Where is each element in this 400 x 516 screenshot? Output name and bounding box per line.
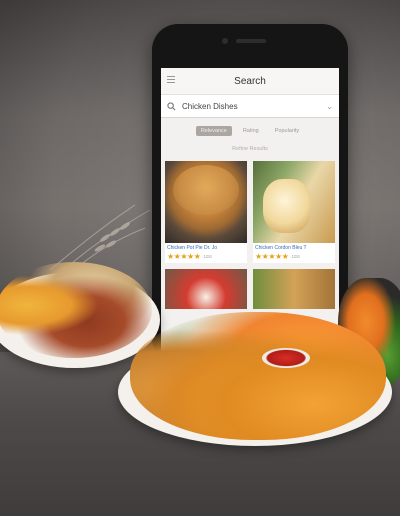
result-card[interactable]: Chicken Cordon Bleu T ★★★★★ 1234 [253,161,335,263]
chevron-down-icon[interactable]: ⌄ [326,102,333,111]
result-thumbnail[interactable] [253,269,335,309]
sauce-ramekin [262,348,310,368]
result-card[interactable] [165,269,247,309]
results-grid: Chicken Pot Pie Dr. Jo ★★★★★ 1234 Chicke… [161,161,339,309]
rating-count: 1234 [291,254,300,259]
rating-stars: ★★★★★ 1234 [167,252,212,261]
search-input[interactable]: Chicken Dishes [182,102,326,111]
front-plate-food [130,312,386,440]
result-thumbnail[interactable] [165,269,247,309]
result-card[interactable]: Chicken Pot Pie Dr. Jo ★★★★★ 1234 [165,161,247,263]
result-title[interactable]: Chicken Pot Pie Dr. Jo [165,243,247,252]
filter-tabs: Relevance Rating Popularity [161,118,339,138]
result-title[interactable]: Chicken Cordon Bleu T [253,243,335,252]
menu-icon[interactable] [167,76,175,84]
result-thumbnail[interactable] [253,161,335,243]
search-icon [167,101,176,110]
screen-title: Search [234,75,266,87]
camera-icon [222,38,228,44]
left-plate-food [0,262,152,358]
app-header: Search [161,68,339,95]
result-thumbnail[interactable] [165,161,247,243]
filter-rating-button[interactable]: Rating [238,126,264,136]
result-card[interactable] [253,269,335,309]
rating-count: 1234 [203,254,212,259]
search-bar[interactable]: Chicken Dishes ⌄ [161,95,339,118]
filter-relevance-button[interactable]: Relevance [195,126,232,136]
rating-stars: ★★★★★ 1234 [255,252,300,261]
speaker-icon [236,39,266,43]
refine-results-link[interactable]: Refine Results [161,138,339,161]
filter-popularity-button[interactable]: Popularity [270,126,304,136]
